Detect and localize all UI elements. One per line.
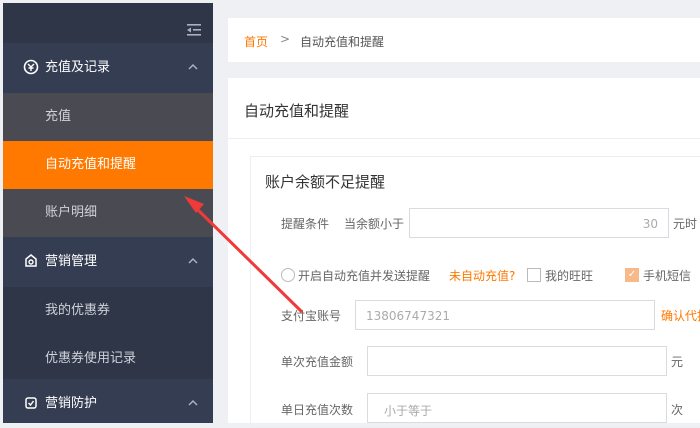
sidebar-group-label: 营销管理 [45, 254, 98, 269]
chevron-up-icon [188, 257, 198, 264]
daily-count-placeholder: 小于等于 [384, 404, 433, 418]
sidebar-item-label: 优惠券使用记录 [45, 351, 137, 366]
sidebar-group-protection[interactable]: 营销防护 [3, 379, 213, 423]
sidebar-item-label: 充值 [45, 109, 72, 124]
sidebar-group-label: 营销防护 [45, 396, 98, 411]
balance-reminder-section: 账户余额不足提醒 提醒条件 当余额小于 30 元时 开启自动充值并发送提醒 未自… [250, 156, 700, 428]
chevron-up-icon [188, 399, 198, 406]
sidebar-item-my-coupons[interactable]: 我的优惠券 [3, 287, 213, 335]
sidebar-item-account-details[interactable]: 账户明细 [3, 189, 213, 237]
confirm-link[interactable]: 确认代扣 [661, 307, 700, 324]
divider [228, 138, 700, 139]
alipay-label: 支付宝账号 [281, 309, 342, 323]
settings-panel: 自动充值和提醒 账户余额不足提醒 提醒条件 当余额小于 30 元时 开启自动充值… [228, 78, 700, 428]
sidebar-item-auto-recharge[interactable]: 自动充值和提醒 [3, 141, 213, 189]
threshold-unit: 元时 [673, 217, 698, 231]
collapse-menu-icon[interactable] [185, 21, 203, 39]
auto-recharge-radio[interactable] [281, 268, 295, 282]
threshold-input[interactable]: 30 [409, 208, 669, 238]
breadcrumb: 首页 > 自动充值和提醒 [228, 18, 700, 62]
alipay-input[interactable]: 13806747321 [355, 300, 655, 330]
wangwang-checkbox[interactable] [527, 268, 541, 282]
not-enabled-link[interactable]: 未自动充值? [449, 267, 515, 284]
condition-text: 当余额小于 [344, 217, 405, 231]
sidebar-item-coupon-records[interactable]: 优惠券使用记录 [3, 335, 213, 383]
single-amount-label: 单次充值金额 [281, 355, 354, 369]
sidebar-item-label: 账户明细 [45, 205, 98, 220]
single-amount-input[interactable] [367, 346, 667, 376]
sidebar-group-recharge[interactable]: 充值及记录 [3, 43, 213, 93]
breadcrumb-separator: > [280, 32, 291, 46]
sms-label: 手机短信 [643, 269, 692, 283]
wangwang-label: 我的旺旺 [545, 269, 594, 283]
daily-count-unit: 次 [671, 403, 684, 417]
sidebar-group-marketing[interactable]: 营销管理 [3, 237, 213, 287]
protection-icon [25, 397, 37, 409]
condition-label: 提醒条件 [281, 217, 330, 231]
chevron-up-icon [188, 63, 198, 70]
recharge-icon [23, 59, 39, 75]
daily-count-label: 单日充值次数 [281, 403, 354, 417]
alipay-placeholder: 13806747321 [366, 309, 450, 323]
page-title: 自动充值和提醒 [244, 102, 350, 120]
marketing-icon [25, 254, 37, 267]
sidebar-group-label: 充值及记录 [45, 60, 111, 75]
sidebar-item-recharge[interactable]: 充值 [3, 93, 213, 141]
daily-count-input[interactable]: 小于等于 [367, 393, 667, 423]
auto-recharge-label: 开启自动充值并发送提醒 [298, 269, 431, 283]
sidebar-item-label: 自动充值和提醒 [45, 157, 137, 172]
breadcrumb-current: 自动充值和提醒 [300, 35, 385, 49]
sms-checkbox[interactable]: ✓ [625, 268, 639, 282]
single-amount-unit: 元 [671, 355, 684, 369]
threshold-value: 30 [642, 217, 658, 231]
sidebar: 充值及记录 充值 自动充值和提醒 账户明细 营销管理 我的优惠券 优惠券使用记录… [3, 3, 213, 423]
main-content: 首页 > 自动充值和提醒 自动充值和提醒 账户余额不足提醒 提醒条件 当余额小于… [228, 0, 700, 428]
breadcrumb-home-link[interactable]: 首页 [244, 33, 268, 50]
section-title: 账户余额不足提醒 [265, 173, 386, 191]
sidebar-item-label: 我的优惠券 [45, 303, 111, 318]
